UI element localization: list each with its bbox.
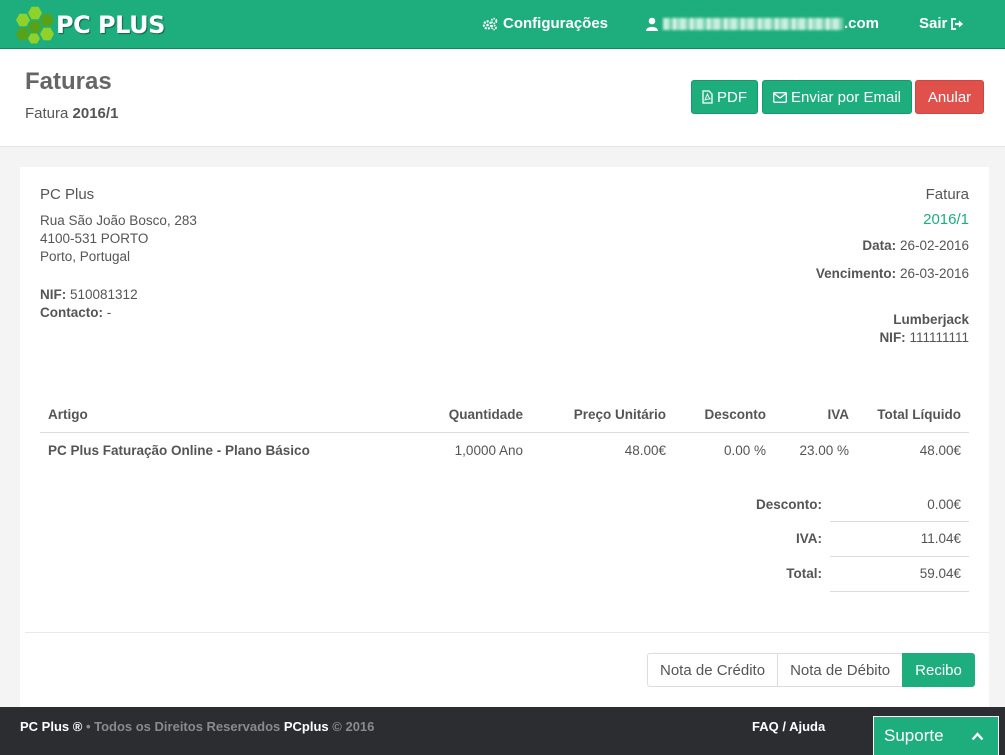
issuer-address-line3: Porto, Portugal bbox=[40, 249, 131, 264]
row-article: PC Plus Faturação Online - Plano Básico bbox=[48, 443, 310, 458]
totals-total-value: 59.04€ bbox=[919, 566, 961, 581]
gears-icon bbox=[482, 17, 498, 30]
issuer-nif: NIF: 510081312 bbox=[40, 287, 138, 302]
logout-label: Sair bbox=[919, 15, 948, 32]
credit-note-button[interactable]: Nota de Crédito bbox=[647, 653, 779, 687]
row-quantity: 1,0000 Ano bbox=[454, 443, 523, 458]
column-net-total: Total Líquido bbox=[877, 407, 961, 422]
client-nif: NIF: 111111111 bbox=[879, 330, 969, 345]
support-widget-button[interactable]: Suporte bbox=[873, 716, 999, 755]
items-table-header: Artigo Quantidade Preço Unitário Descont… bbox=[40, 405, 969, 433]
chevron-up-icon bbox=[971, 732, 984, 741]
footer: PC Plus ® • Todos os Direitos Reservados… bbox=[0, 707, 1005, 755]
settings-label: Configurações bbox=[503, 15, 609, 32]
page-title: Faturas bbox=[25, 68, 112, 95]
totals-vat-value: 11.04€ bbox=[920, 531, 961, 546]
column-unit-price: Preço Unitário bbox=[573, 407, 666, 422]
user-email-redacted bbox=[663, 17, 843, 30]
sign-out-icon bbox=[951, 17, 964, 30]
file-pdf-icon bbox=[702, 90, 713, 104]
issuer-name: PC Plus bbox=[40, 186, 95, 203]
hexagon-logo-icon bbox=[16, 6, 54, 44]
envelope-icon bbox=[773, 91, 787, 103]
page-header: Faturas Fatura 2016/1 PDF Enviar por Ema… bbox=[0, 50, 1005, 147]
row-discount: 0.00 % bbox=[723, 443, 766, 458]
invoice-due-date: Vencimento: 26-03-2016 bbox=[815, 266, 969, 281]
row-unit-price: 48.00€ bbox=[624, 443, 666, 458]
totals-vat-label: IVA: bbox=[796, 531, 822, 546]
settings-link[interactable]: Configurações bbox=[482, 15, 608, 32]
totals-discount-value: 0.00€ bbox=[927, 497, 961, 512]
logout-link[interactable]: Sair bbox=[919, 15, 964, 32]
totals-divider bbox=[830, 521, 969, 522]
column-vat: IVA bbox=[827, 407, 849, 422]
debit-note-button[interactable]: Nota de Débito bbox=[777, 653, 904, 687]
row-vat: 23.00 % bbox=[799, 443, 849, 458]
totals-discount-label: Desconto: bbox=[755, 497, 822, 512]
invoice-card: PC Plus Rua São João Bosco, 283 4100-531… bbox=[20, 167, 989, 707]
column-quantity: Quantidade bbox=[448, 407, 523, 422]
document-number: 2016/1 bbox=[923, 211, 969, 228]
receipt-button[interactable]: Recibo bbox=[902, 653, 975, 687]
document-actions-group: Nota de Crédito Nota de Débito Recibo bbox=[647, 653, 975, 687]
column-article: Artigo bbox=[48, 407, 88, 422]
user-email-suffix: .com bbox=[844, 15, 880, 32]
cancel-invoice-button[interactable]: Anular bbox=[915, 80, 984, 114]
totals-total-label: Total: bbox=[786, 566, 822, 581]
brand-logo[interactable]: PC PLUS bbox=[16, 5, 165, 45]
brand-name: PC PLUS bbox=[56, 11, 165, 39]
pdf-button[interactable]: PDF bbox=[691, 80, 758, 114]
totals-divider bbox=[830, 556, 969, 557]
row-net-total: 48.00€ bbox=[919, 443, 961, 458]
send-email-button[interactable]: Enviar por Email bbox=[762, 80, 912, 114]
footer-copyright: PC Plus ® • Todos os Direitos Reservados… bbox=[20, 719, 375, 734]
issuer-address-line1: Rua São João Bosco, 283 bbox=[40, 213, 197, 228]
user-icon bbox=[646, 17, 658, 31]
user-account-link[interactable]: .com bbox=[646, 15, 879, 32]
card-divider bbox=[25, 632, 989, 633]
client-name: Lumberjack bbox=[893, 312, 969, 327]
faq-help-link[interactable]: FAQ / Ajuda bbox=[752, 719, 825, 734]
document-type: Fatura bbox=[925, 186, 969, 203]
column-discount: Desconto bbox=[704, 407, 766, 422]
page-subtitle: Fatura 2016/1 bbox=[25, 105, 119, 122]
invoice-number-heading: 2016/1 bbox=[72, 105, 119, 122]
totals-divider bbox=[830, 591, 969, 592]
issuer-contact: Contacto: - bbox=[40, 305, 112, 320]
top-navbar: PC PLUS Configurações .com Sair bbox=[0, 0, 1005, 49]
issuer-address-line2: 4100-531 PORTO bbox=[40, 231, 149, 246]
invoice-date: Data: 26-02-2016 bbox=[862, 238, 969, 253]
